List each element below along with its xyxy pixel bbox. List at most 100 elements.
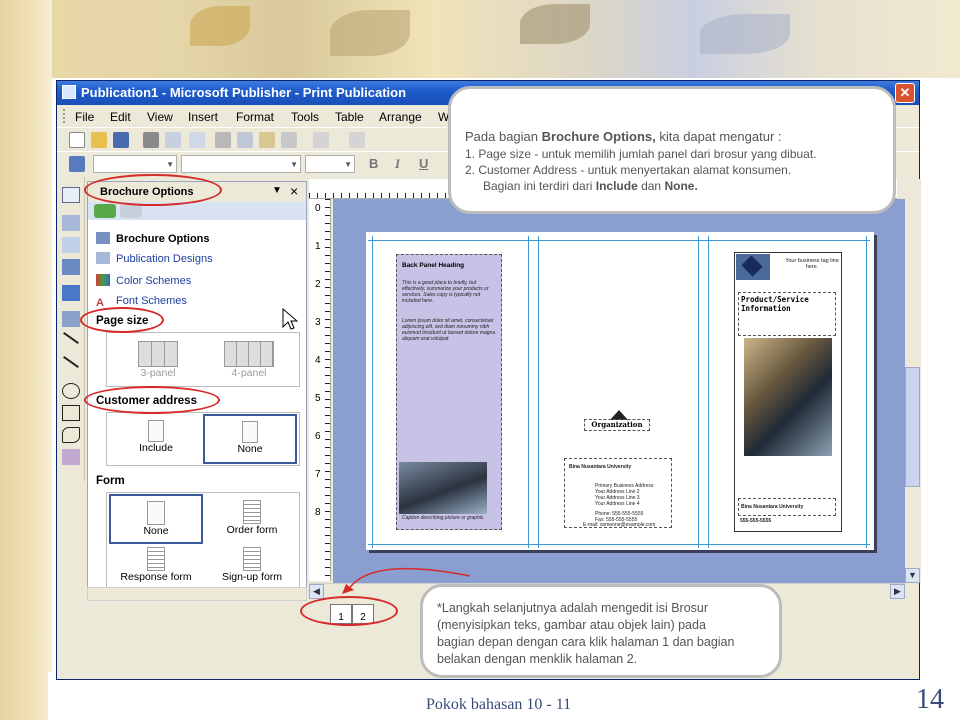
- menu-format[interactable]: Format: [236, 110, 274, 124]
- highlight-page-tabs: [300, 596, 398, 626]
- four-panel-icon: [224, 341, 274, 367]
- oval-icon[interactable]: [62, 383, 80, 399]
- objects-toolbar: [57, 177, 85, 481]
- option-label: 4-panel: [231, 367, 267, 379]
- styles-icon[interactable]: [69, 156, 85, 172]
- insert-wordart-icon[interactable]: [62, 259, 80, 275]
- font-dropdown[interactable]: ▼: [181, 155, 301, 173]
- open-icon[interactable]: [91, 132, 107, 148]
- cut-icon[interactable]: [215, 132, 231, 148]
- chevron-down-icon: ▼: [344, 160, 352, 169]
- ruler-number: 1: [315, 241, 321, 252]
- redo-icon[interactable]: [349, 132, 365, 148]
- text-box-icon[interactable]: [62, 215, 80, 231]
- caption-text: Caption describing picture or graphic.: [402, 515, 485, 521]
- menu-file[interactable]: File: [75, 110, 94, 124]
- font-size-dropdown[interactable]: ▼: [305, 155, 355, 173]
- form-options: None Order form Response form Sign-up fo…: [106, 492, 300, 590]
- designs-icon: [96, 252, 110, 264]
- link-label: Font Schemes: [116, 295, 187, 307]
- front-logo-icon: [736, 254, 770, 280]
- vertical-ruler[interactable]: 0 1 2 3 4 5 6 7 8: [309, 199, 331, 581]
- link-brochure-options[interactable]: Brochure Options: [96, 232, 210, 245]
- picture-frame-icon[interactable]: [62, 311, 80, 327]
- organization-name[interactable]: Organization: [584, 419, 650, 431]
- close-window-button[interactable]: ✕: [895, 83, 915, 103]
- italic-button[interactable]: I: [395, 156, 400, 172]
- front-org-block[interactable]: Bina Nusantara University: [738, 498, 836, 516]
- back-icon[interactable]: [94, 204, 116, 218]
- menu-edit[interactable]: Edit: [110, 110, 131, 124]
- ruler-number: 8: [315, 507, 321, 518]
- column-guide: [708, 236, 709, 548]
- menu-view[interactable]: View: [147, 110, 173, 124]
- brochure-icon: [96, 232, 110, 244]
- task-pane-close-icon[interactable]: ×: [290, 183, 298, 199]
- menu-insert[interactable]: Insert: [188, 110, 218, 124]
- scroll-left-icon[interactable]: ◀: [309, 584, 324, 599]
- product-title[interactable]: Product/Service Information: [738, 292, 836, 336]
- option-signup-form[interactable]: Sign-up form: [207, 547, 297, 583]
- option-response-form[interactable]: Response form: [109, 547, 203, 583]
- address-name: Bina Nusantara University: [569, 464, 632, 470]
- highlight-customer-address: [84, 386, 220, 414]
- arrow-icon[interactable]: [63, 356, 79, 368]
- link-label: Color Schemes: [116, 275, 192, 287]
- scroll-thumb[interactable]: [905, 367, 920, 487]
- select-objects-icon[interactable]: [62, 187, 80, 203]
- design-gallery-icon[interactable]: [62, 449, 80, 465]
- option-3-panel[interactable]: 3-panel: [133, 341, 183, 379]
- task-pane-menu-icon[interactable]: ▼: [272, 185, 282, 196]
- wordart-icon[interactable]: [62, 285, 80, 301]
- line-icon[interactable]: [63, 332, 79, 344]
- copy-icon[interactable]: [237, 132, 253, 148]
- option-form-none[interactable]: None: [109, 494, 203, 544]
- option-include[interactable]: Include: [113, 416, 199, 462]
- address-block[interactable]: Bina Nusantara University Primary Busine…: [564, 458, 672, 528]
- link-label: Publication Designs: [116, 253, 213, 265]
- callout-line-2: (menyisipkan teks, gambar atau objek lai…: [437, 618, 706, 632]
- task-pane-scrollbar[interactable]: [87, 587, 307, 601]
- link-publication-designs[interactable]: Publication Designs: [96, 252, 213, 265]
- paste-icon[interactable]: [259, 132, 275, 148]
- front-org-name: Bina Nusantara University: [741, 504, 804, 510]
- link-color-schemes[interactable]: Color Schemes: [96, 274, 191, 287]
- bold-button[interactable]: B: [369, 156, 378, 171]
- margin-guide: [368, 544, 870, 545]
- style-dropdown[interactable]: ▼: [93, 155, 177, 173]
- option-label: None: [237, 443, 263, 455]
- menu-table[interactable]: Table: [335, 110, 364, 124]
- forward-icon[interactable]: [120, 204, 142, 218]
- menu-arrange[interactable]: Arrange: [379, 110, 422, 124]
- child-computer-photo[interactable]: [744, 338, 832, 456]
- print-preview-icon[interactable]: [165, 132, 181, 148]
- rectangle-icon[interactable]: [62, 405, 80, 421]
- save-icon[interactable]: [113, 132, 129, 148]
- option-order-form[interactable]: Order form: [207, 496, 297, 536]
- cursor-shape: [282, 308, 298, 330]
- print-icon[interactable]: [143, 132, 159, 148]
- scroll-down-icon[interactable]: ▼: [905, 568, 920, 583]
- form-none-icon: [147, 501, 165, 525]
- underline-button[interactable]: U: [419, 156, 428, 171]
- option-4-panel[interactable]: 4-panel: [219, 341, 279, 379]
- insert-table-icon[interactable]: [62, 237, 80, 253]
- keyboard-photo[interactable]: [399, 462, 487, 514]
- include-address-icon: [148, 420, 164, 442]
- autoshapes-icon[interactable]: [62, 427, 80, 443]
- menu-tools[interactable]: Tools: [291, 110, 319, 124]
- section-form: Form: [96, 475, 125, 487]
- option-none-address[interactable]: None: [203, 414, 297, 464]
- format-painter-icon[interactable]: [281, 132, 297, 148]
- spelling-icon[interactable]: [189, 132, 205, 148]
- callout-line-4: belakan dengan menklik halaman 2.: [437, 652, 638, 666]
- ruler-number: 6: [315, 431, 321, 442]
- leaf-decoration: [330, 10, 410, 56]
- undo-icon[interactable]: [313, 132, 329, 148]
- vertical-scrollbar[interactable]: ▼: [905, 179, 921, 583]
- signup-form-icon: [243, 547, 261, 571]
- scroll-right-icon[interactable]: ▶: [890, 584, 905, 599]
- new-icon[interactable]: [69, 132, 85, 148]
- margin-guide: [368, 240, 870, 241]
- customer-address-options: Include None: [106, 412, 300, 466]
